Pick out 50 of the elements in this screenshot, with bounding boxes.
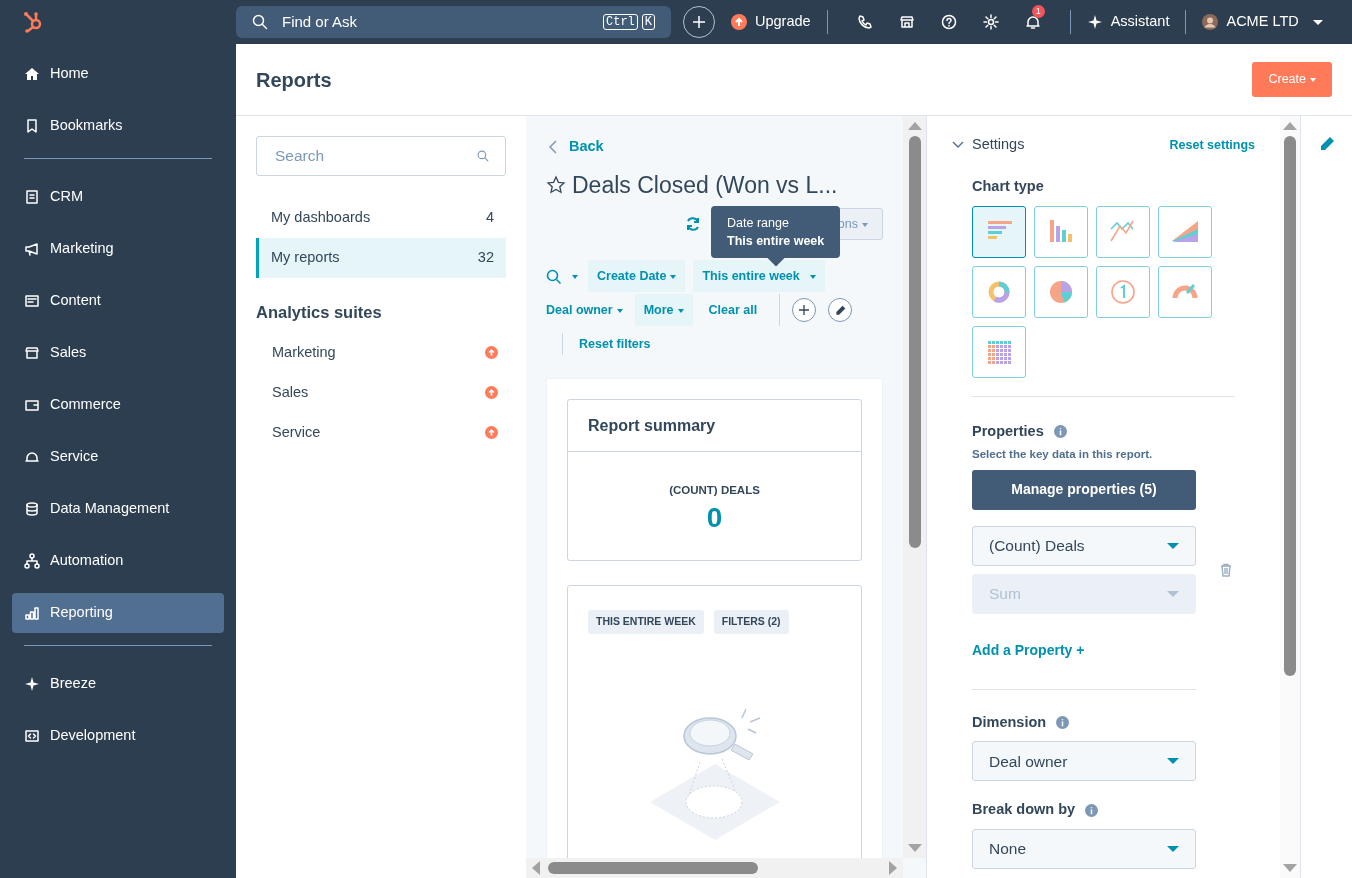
search-field[interactable]: Search	[256, 136, 506, 176]
nav-item[interactable]: My reports 32	[256, 238, 506, 278]
assistant-button[interactable]: Assistant	[1086, 11, 1170, 33]
reset-settings-link[interactable]: Reset settings	[1169, 135, 1255, 155]
sidebar-item[interactable]: Automation	[12, 541, 224, 581]
hint-text: Select the key data in this report.	[972, 447, 1154, 463]
clear-all-link[interactable]: Clear all	[708, 294, 764, 327]
sidebar-item[interactable]: Content	[12, 281, 224, 321]
account-menu[interactable]: ACME LTD	[1202, 11, 1323, 33]
suite-link[interactable]: Marketing	[272, 341, 336, 364]
field-label: Properties	[972, 421, 1044, 441]
search-field[interactable]: Find or Ask Ctrl K	[236, 6, 671, 38]
sidebar-item[interactable]: Reporting	[12, 593, 224, 633]
search-input[interactable]: Find or Ask	[280, 9, 591, 35]
select-field: Sum	[972, 573, 1196, 614]
sidebar-item[interactable]: Commerce	[12, 385, 224, 425]
select-field[interactable]: Deal owner	[972, 741, 1196, 782]
keyboard-key: K	[641, 14, 655, 30]
keyboard-key: Ctrl	[603, 14, 638, 30]
upgrade-button[interactable]: Upgrade	[731, 11, 811, 33]
section-heading: Analytics suites	[256, 302, 383, 323]
sidebar-item[interactable]: Service	[12, 437, 224, 477]
sidebar-item[interactable]: Development	[12, 716, 224, 756]
sidebar-item[interactable]: Home	[12, 54, 224, 94]
tag: THIS ENTIRE WEEK	[588, 610, 704, 634]
field-label: Chart type	[972, 176, 1045, 196]
suite-link[interactable]: Service	[272, 421, 321, 444]
sidebar-item[interactable]: Bookmarks	[12, 106, 224, 146]
sidebar-item[interactable]: Marketing	[12, 229, 224, 269]
select-field[interactable]: None	[972, 829, 1196, 869]
sidebar-item[interactable]: Data Management	[12, 489, 224, 529]
metric-value: 0	[705, 500, 724, 535]
metric-label: (COUNT) DEALS	[668, 483, 761, 499]
manage-properties-button[interactable]: Manage properties (5)	[972, 469, 1196, 510]
filter-button[interactable]: Deal owner	[546, 294, 629, 327]
card-title: Report summary	[568, 400, 861, 453]
report-title: Deals Closed (Won vs L...	[572, 170, 838, 200]
tag: FILTERS (2)	[713, 610, 789, 634]
select-field[interactable]: (Count) Deals	[972, 525, 1196, 566]
add-property-link[interactable]: Add a Property +	[972, 639, 1085, 661]
page-title: Reports	[256, 67, 332, 92]
field-label: Dimension	[972, 712, 1047, 732]
settings-toggle[interactable]: Settings	[952, 134, 1025, 156]
suite-link[interactable]: Sales	[272, 381, 309, 404]
sidebar-item[interactable]: Sales	[12, 333, 224, 373]
field-label: Break down by	[972, 800, 1076, 820]
sidebar-item[interactable]: CRM	[12, 177, 224, 217]
sidebar-item[interactable]: Breeze	[12, 664, 224, 704]
notification-badge: 1	[1031, 5, 1045, 18]
nav-item[interactable]: My dashboards 4	[256, 198, 506, 238]
